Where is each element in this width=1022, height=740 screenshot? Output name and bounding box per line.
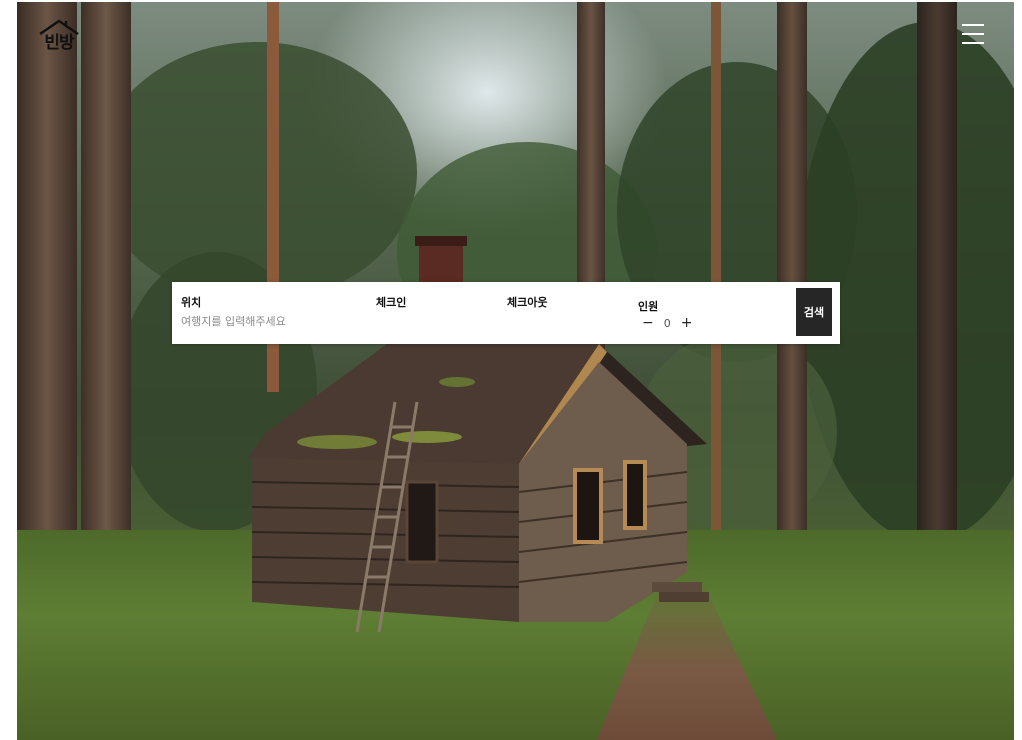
checkin-field[interactable]: 체크인	[376, 294, 406, 310]
search-button[interactable]: 검색	[796, 288, 832, 336]
hero-background-image	[17, 2, 1014, 740]
checkin-label: 체크인	[376, 296, 407, 309]
checkout-label: 체크아웃	[507, 296, 548, 309]
location-field: 위치	[181, 294, 351, 329]
location-input[interactable]	[181, 315, 351, 328]
checkout-field[interactable]: 체크아웃	[507, 294, 547, 310]
guests-label: 인원	[638, 300, 659, 313]
guests-field: 인원 − 0 +	[638, 298, 696, 330]
site-logo[interactable]: 빈방	[36, 18, 82, 54]
search-bar: 위치 체크인 체크아웃 인원 − 0 + 검색	[172, 282, 840, 344]
hamburger-menu-icon[interactable]	[962, 24, 984, 48]
guests-increment-button[interactable]: +	[677, 316, 697, 330]
logo-text: 빈방	[44, 33, 74, 53]
guests-stepper: − 0 +	[638, 316, 696, 330]
guests-decrement-button[interactable]: −	[638, 316, 658, 330]
guests-count: 0	[663, 316, 671, 330]
location-label: 위치	[181, 296, 202, 309]
